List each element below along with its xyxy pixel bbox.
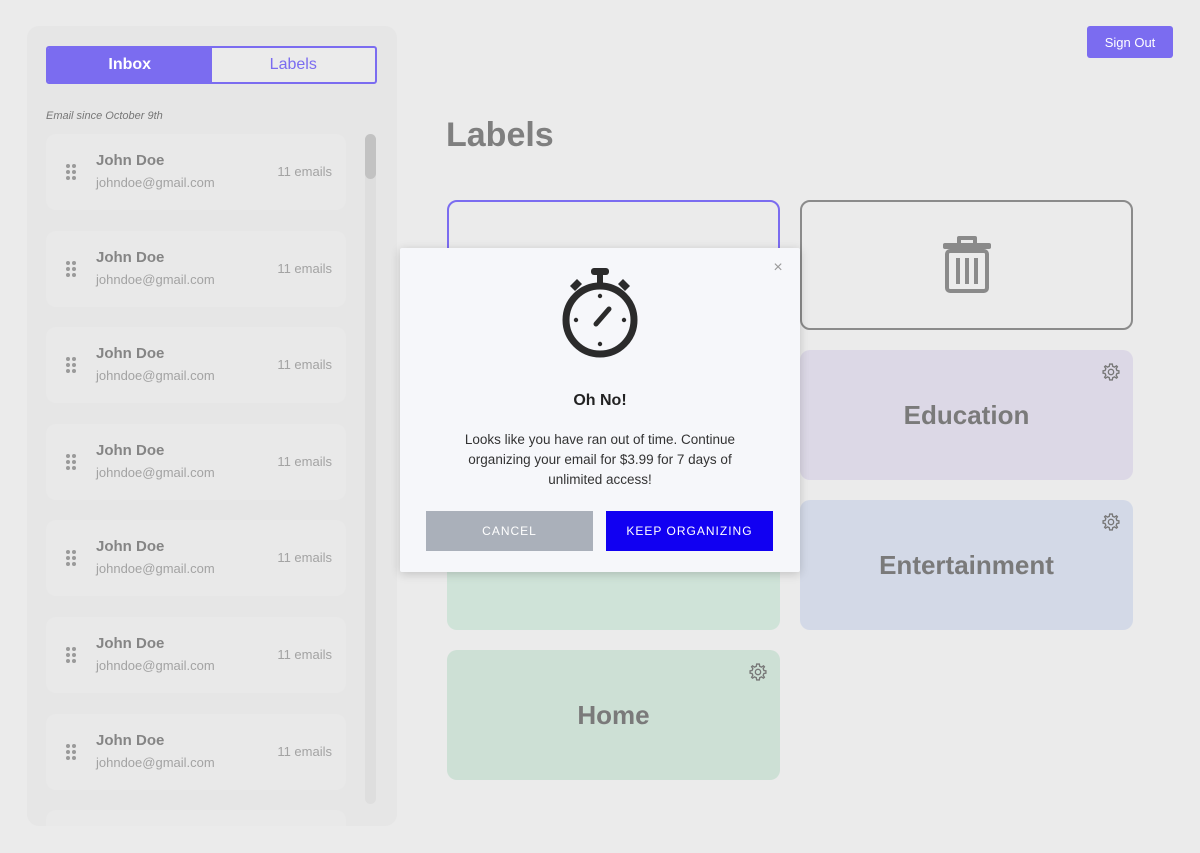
gear-icon[interactable]	[1101, 512, 1121, 532]
cancel-button[interactable]: CANCEL	[426, 511, 593, 551]
label-tile-home[interactable]: Home	[447, 650, 780, 780]
sender-name: John Doe	[96, 732, 165, 749]
sender-card[interactable]: John Doe johndoe@gmail.com 11 emails	[46, 231, 346, 307]
close-icon[interactable]: ×	[770, 260, 786, 276]
out-of-time-modal: × Oh No! Looks like you have ran out of …	[400, 248, 800, 572]
email-count: 11 emails	[277, 647, 332, 662]
drag-handle-icon[interactable]	[66, 261, 76, 277]
sender-email: johndoe@gmail.com	[96, 465, 215, 480]
tab-labels[interactable]: Labels	[212, 48, 376, 82]
stopwatch-icon	[562, 268, 638, 358]
sender-card[interactable]: John Doe johndoe@gmail.com 11 emails	[46, 424, 346, 500]
view-toggle: Inbox Labels	[46, 46, 377, 84]
sender-email: johndoe@gmail.com	[96, 272, 215, 287]
email-count: 11 emails	[277, 164, 332, 179]
tab-inbox[interactable]: Inbox	[48, 48, 212, 82]
trash-tile[interactable]	[800, 200, 1133, 330]
sender-card[interactable]: John Doe johndoe@gmail.com 11 emails	[46, 714, 346, 790]
sender-name: John Doe	[96, 538, 165, 555]
sender-email: johndoe@gmail.com	[96, 755, 215, 770]
trash-icon	[942, 236, 991, 293]
email-count: 11 emails	[277, 744, 332, 759]
sidebar: Inbox Labels Email since October 9th Joh…	[27, 26, 397, 826]
since-caption: Email since October 9th	[46, 110, 163, 122]
modal-message: Looks like you have ran out of time. Con…	[464, 432, 736, 487]
sender-card-partial[interactable]	[46, 810, 346, 826]
email-count: 11 emails	[277, 454, 332, 469]
gear-icon[interactable]	[748, 662, 768, 682]
sender-list: John Doe johndoe@gmail.com 11 emails Joh…	[46, 134, 348, 826]
gear-icon[interactable]	[1101, 362, 1121, 382]
label-tile-education[interactable]: Education	[800, 350, 1133, 480]
sender-email: johndoe@gmail.com	[96, 658, 215, 673]
drag-handle-icon[interactable]	[66, 357, 76, 373]
email-count: 11 emails	[277, 550, 332, 565]
keep-organizing-button[interactable]: KEEP ORGANIZING	[606, 511, 773, 551]
tile-label: Education	[903, 399, 1030, 430]
sender-card[interactable]: John Doe johndoe@gmail.com 11 emails	[46, 617, 346, 693]
sender-name: John Doe	[96, 152, 165, 169]
sender-email: johndoe@gmail.com	[96, 561, 215, 576]
modal-title: Oh No!	[573, 392, 627, 409]
drag-handle-icon[interactable]	[66, 744, 76, 760]
scrollbar-track[interactable]	[365, 134, 376, 804]
sender-card[interactable]: John Doe johndoe@gmail.com 11 emails	[46, 520, 346, 596]
sender-email: johndoe@gmail.com	[96, 368, 215, 383]
sender-card[interactable]: John Doe johndoe@gmail.com 11 emails	[46, 134, 346, 210]
email-count: 11 emails	[277, 357, 332, 372]
tile-label: Entertainment	[879, 549, 1054, 580]
scrollbar-thumb[interactable]	[365, 134, 376, 179]
email-count: 11 emails	[277, 261, 332, 276]
drag-handle-icon[interactable]	[66, 164, 76, 180]
drag-handle-icon[interactable]	[66, 550, 76, 566]
sign-out-button[interactable]: Sign Out	[1087, 26, 1173, 58]
sender-name: John Doe	[96, 442, 165, 459]
sender-card[interactable]: John Doe johndoe@gmail.com 11 emails	[46, 327, 346, 403]
drag-handle-icon[interactable]	[66, 647, 76, 663]
tile-label: Home	[577, 699, 650, 730]
drag-handle-icon[interactable]	[66, 454, 76, 470]
label-tile-entertainment[interactable]: Entertainment	[800, 500, 1133, 630]
sender-name: John Doe	[96, 249, 165, 266]
page-title: Labels	[446, 116, 554, 154]
sender-name: John Doe	[96, 635, 165, 652]
sender-email: johndoe@gmail.com	[96, 175, 215, 190]
sender-name: John Doe	[96, 345, 165, 362]
